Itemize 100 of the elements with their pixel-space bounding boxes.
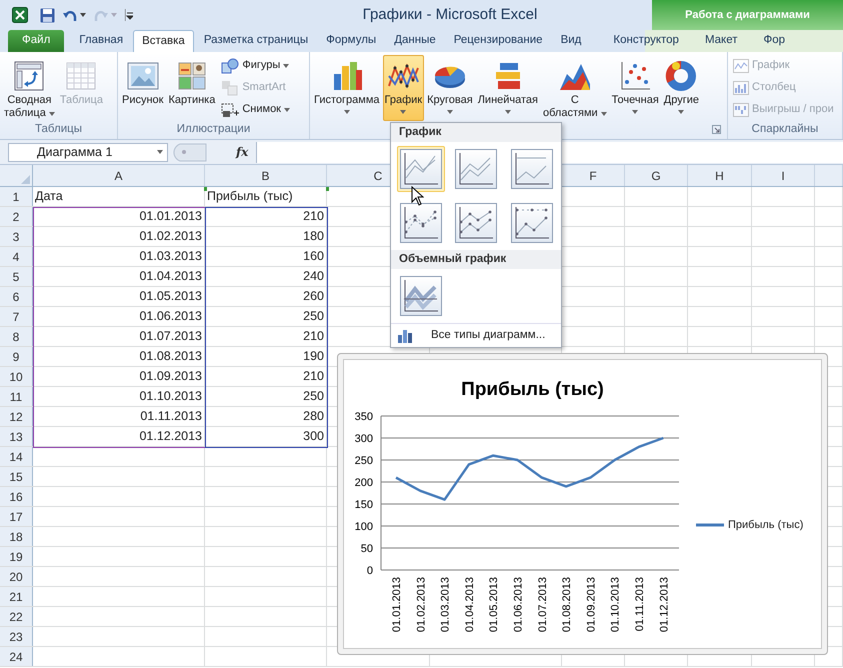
table-cell-text: 260 (303, 288, 324, 306)
table-cell-text: 01.08.2013 (139, 348, 202, 366)
group-label: Иллюстрации (176, 122, 250, 138)
pivot-table-icon (13, 60, 46, 92)
table-cell-text: 280 (303, 408, 324, 426)
ribbon-button[interactable]: Другие (662, 55, 701, 121)
table-cell-text: 01.07.2013 (139, 328, 202, 346)
table-cell-text: 01.09.2013 (139, 368, 202, 386)
ribbon-button[interactable]: Снимок (221, 100, 290, 119)
chart-types-icon (397, 328, 413, 343)
axis-tick-label: 350 (354, 411, 373, 423)
table-cell-text: Дата (35, 188, 63, 206)
axis-tick-label: 01.03.2013 (440, 577, 452, 632)
column-header[interactable]: C (374, 166, 382, 184)
ribbon-tab[interactable]: Данные (386, 30, 444, 52)
clip-art-icon (176, 60, 208, 92)
table-cell-text: 01.11.2013 (140, 408, 202, 426)
table-cell-text: 240 (303, 268, 324, 286)
chart-title: Прибыль (тыс) (461, 378, 604, 402)
splitter-handle-icon[interactable] (172, 142, 208, 162)
ribbon-tab[interactable]: Разметка страницы (196, 30, 316, 52)
table-cell-text: 01.03.2013 (139, 248, 202, 266)
ribbon-button[interactable]: Картинка (166, 55, 218, 121)
caret-icon[interactable] (80, 13, 86, 17)
ribbon-button[interactable]: Фигуры (221, 56, 290, 75)
insert-function-button[interactable]: fx (236, 143, 248, 161)
legend-line-icon (696, 523, 724, 528)
ribbon-button[interactable]: Рисунок (120, 55, 166, 121)
axis-tick-label: 0 (366, 565, 373, 577)
ribbon-button[interactable]: График (382, 55, 424, 121)
table-cell-text: 01.01.2013 (139, 208, 202, 226)
name-box[interactable]: Диаграмма 1 (8, 142, 168, 162)
legend-label: Прибыль (тыс) (728, 518, 804, 533)
table-cell-text: 01.02.2013 (139, 228, 202, 246)
table-cell-text: 01.12.2013 (139, 428, 202, 446)
table-cell-text: 01.04.2013 (139, 268, 202, 286)
axis-tick-label: 01.07.2013 (536, 577, 549, 632)
chart-frame[interactable]: Прибыль (тыс) 0 50 100 150 200 250 300 350 01.01.2013 01.02.2013 01.03.2013 01.04.2013 01.05.2013 01.06.2013 01.07.2013 01.08.2013 01.09.2013 01.10.2013 01.11.2013 01.12.2013 Прибыль (тыс) (337, 353, 828, 655)
smartart-icon (221, 80, 240, 96)
menu-section-title: График (399, 124, 442, 140)
table-cell-text: 210 (303, 328, 324, 346)
ribbon-tab[interactable]: Макет (694, 30, 748, 52)
axis-tick-label: 01.06.2013 (512, 577, 524, 632)
column-header[interactable]: H (715, 166, 724, 184)
ribbon-button[interactable]: С областями (541, 55, 609, 121)
table-cell-text: 250 (303, 388, 324, 406)
dialog-launcher-icon[interactable] (712, 125, 721, 134)
undo-icon[interactable] (63, 8, 77, 22)
ribbon-tab[interactable]: Главная (71, 30, 132, 52)
table-icon (65, 60, 98, 92)
column-header[interactable]: F (589, 166, 597, 184)
ribbon-button[interactable]: Точечная (610, 55, 661, 121)
screenshot-icon (221, 102, 240, 118)
chart-subtype-option[interactable] (397, 273, 445, 319)
group-label: Спарклайны (752, 122, 818, 138)
column-header[interactable]: A (114, 166, 122, 184)
selection-handle (326, 187, 329, 191)
table-cell-text: 01.06.2013 (139, 308, 202, 326)
axis-tick-label: 200 (354, 477, 373, 489)
column-header[interactable]: B (261, 166, 270, 184)
group-label: Таблицы (35, 122, 82, 138)
table-cell-text: Прибыль (тыс) (207, 188, 293, 206)
ribbon-tab[interactable]: Фор (752, 30, 796, 52)
all-chart-types-link[interactable]: Все типы диаграмм... (431, 326, 546, 344)
table-cell-text: 250 (303, 308, 324, 326)
mouse-cursor-icon (411, 186, 424, 206)
customize-toolbar-icon[interactable] (125, 9, 133, 21)
sparkline-column-icon (733, 80, 749, 94)
ribbon-button[interactable]: Круговая (425, 55, 475, 121)
ribbon-button[interactable]: Линейчатая (476, 55, 540, 121)
axis-tick-label: 01.02.2013 (415, 577, 428, 632)
caret-icon (157, 150, 163, 154)
axis-tick-label: 150 (354, 499, 373, 511)
menu-section-title: Объемный график (399, 252, 506, 267)
picture-icon (126, 60, 159, 92)
context-tab-header: Работа с диаграммами (652, 0, 843, 30)
excel-logo-icon[interactable] (12, 7, 28, 23)
table-cell-text: 180 (303, 228, 324, 246)
axis-tick-label: 01.05.2013 (488, 577, 500, 632)
ribbon-tab[interactable]: Файл (8, 30, 64, 52)
table-cell-text: 190 (303, 348, 324, 366)
axis-tick-label: 01.10.2013 (610, 577, 622, 632)
ribbon-tab[interactable]: Рецензирование (446, 30, 551, 52)
ribbon-tab[interactable]: Вид (552, 30, 590, 52)
ribbon-tab[interactable]: Конструктор (602, 30, 690, 52)
column-header[interactable]: G (651, 166, 661, 184)
column-header[interactable]: I (781, 166, 785, 184)
ribbon-tab[interactable]: Вставка (133, 30, 194, 52)
ribbon-button[interactable]: Сводная таблица (2, 55, 57, 121)
scatter-chart-icon (619, 60, 652, 92)
chart-subtype-option[interactable] (397, 146, 445, 192)
ribbon-button[interactable]: Гистограмма (312, 55, 382, 121)
axis-tick-label: 01.11.2013 (634, 577, 646, 632)
save-icon[interactable] (40, 8, 55, 22)
ribbon-tab[interactable]: Формулы (318, 30, 384, 52)
table-cell-text: 300 (303, 428, 324, 446)
axis-tick-label: 01.08.2013 (561, 577, 574, 632)
axis-tick-label: 250 (354, 455, 373, 467)
chart-subtype-option[interactable] (397, 200, 445, 246)
shapes-icon (221, 58, 240, 74)
